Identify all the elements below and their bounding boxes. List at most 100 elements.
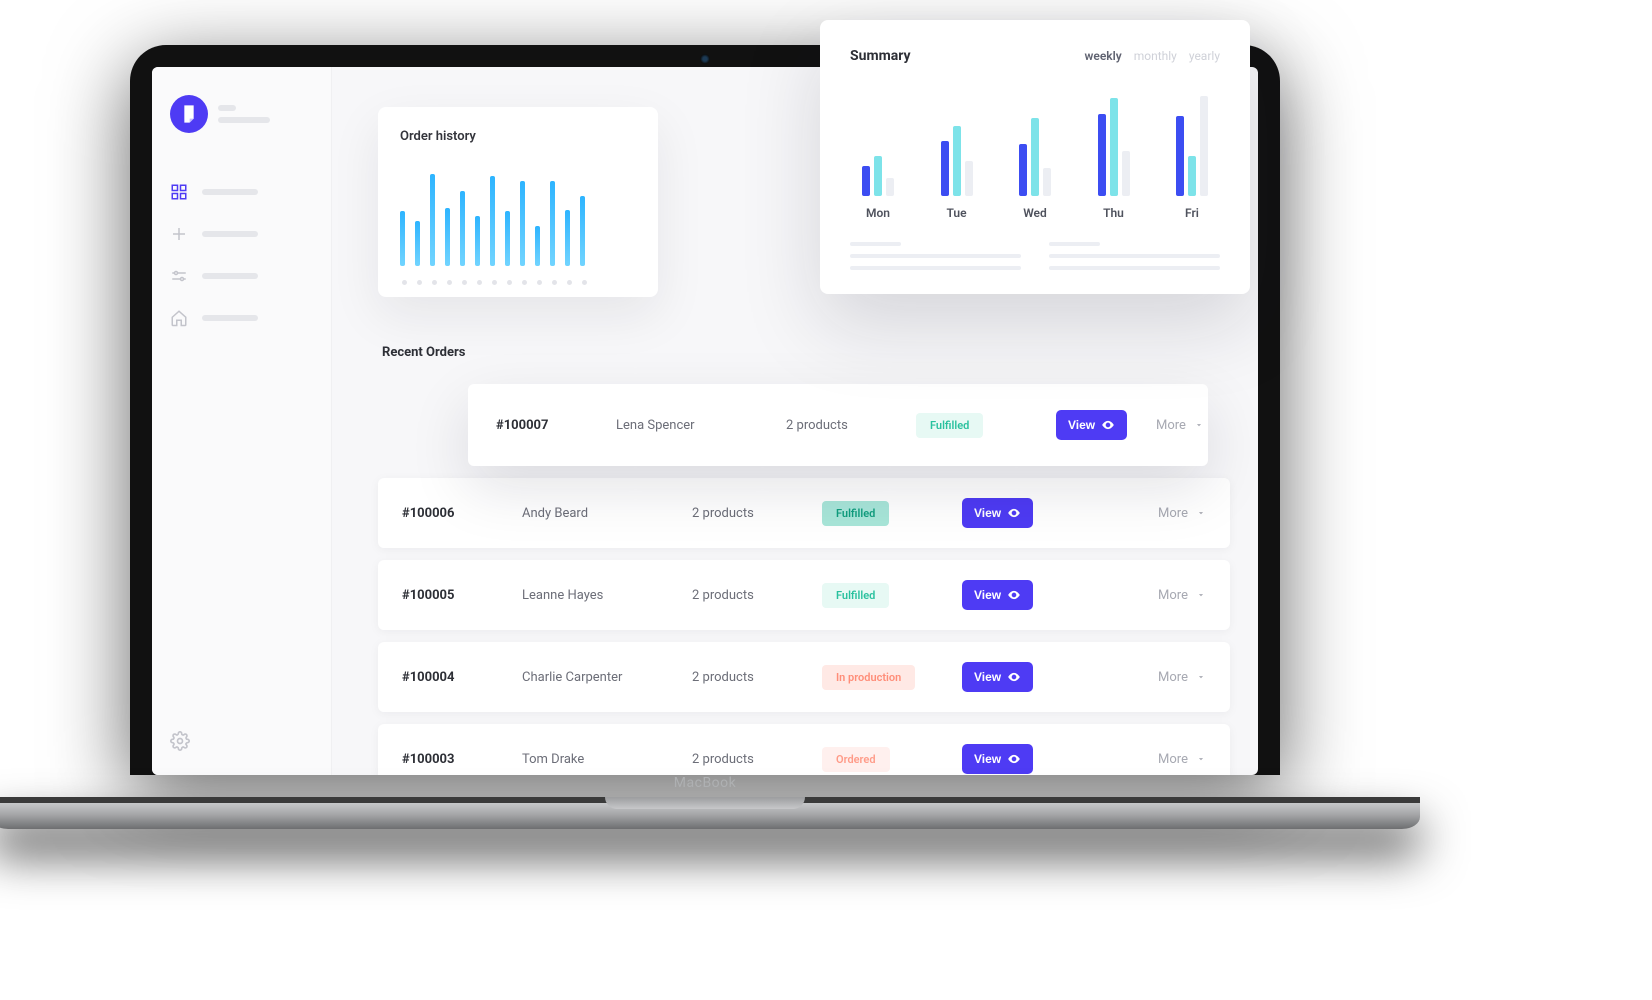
sidebar-item-add[interactable] xyxy=(170,225,313,243)
order-id: #100005 xyxy=(402,588,512,603)
order-row: #100006 Andy Beard 2 products Fulfilled View… xyxy=(378,478,1230,548)
status-badge: Fulfilled xyxy=(822,501,889,526)
home-icon xyxy=(170,309,188,327)
order-history-card: Order history xyxy=(378,107,658,297)
summary-bar xyxy=(1031,118,1039,196)
summary-placeholder-lines xyxy=(850,242,1220,270)
order-history-bar xyxy=(445,208,450,266)
order-history-dots xyxy=(400,280,636,285)
order-history-bar xyxy=(430,174,435,266)
status-badge: Ordered xyxy=(822,747,890,772)
order-customer: Leanne Hayes xyxy=(522,588,682,603)
order-history-title: Order history xyxy=(400,129,636,144)
order-history-bar xyxy=(520,181,525,266)
order-history-bar xyxy=(475,216,480,266)
settings-button[interactable] xyxy=(170,731,190,751)
period-tab-weekly[interactable]: weekly xyxy=(1085,49,1122,63)
orders-list: #100007 Lena Spencer 2 products Fulfilled Vi… xyxy=(378,384,1230,775)
order-id: #100007 xyxy=(496,418,606,433)
status-badge: Fulfilled xyxy=(916,413,983,438)
summary-bar xyxy=(1110,98,1118,196)
summary-bar xyxy=(953,126,961,196)
sidebar-item-home[interactable] xyxy=(170,309,313,327)
summary-day-label: Thu xyxy=(1103,206,1124,220)
order-customer: Andy Beard xyxy=(522,506,682,521)
order-row: #100003 Tom Drake 2 products Ordered View Mo… xyxy=(378,724,1230,775)
more-button[interactable]: More xyxy=(1158,506,1206,521)
summary-bar xyxy=(1019,144,1027,196)
status-badge: In production xyxy=(822,665,915,690)
summary-chart: Mon Tue Wed Thu Fri xyxy=(850,90,1220,220)
sidebar-item-filters[interactable] xyxy=(170,267,313,285)
summary-bar xyxy=(874,156,882,196)
order-customer: Lena Spencer xyxy=(616,418,776,433)
order-products: 2 products xyxy=(692,670,812,685)
summary-day-col: Tue xyxy=(929,86,985,220)
nav xyxy=(170,183,313,327)
period-tabs: weekly monthly yearly xyxy=(1085,49,1220,63)
recent-orders-heading: Recent Orders xyxy=(382,345,1230,360)
order-products: 2 products xyxy=(692,588,812,603)
order-history-bar xyxy=(505,211,510,266)
view-button[interactable]: View xyxy=(962,744,1033,774)
order-history-bar xyxy=(565,210,570,266)
plus-icon xyxy=(170,225,188,243)
brand xyxy=(170,95,313,133)
view-button[interactable]: View xyxy=(1056,410,1127,440)
summary-day-label: Wed xyxy=(1023,206,1047,220)
more-button[interactable]: More xyxy=(1156,418,1204,433)
more-button[interactable]: More xyxy=(1158,670,1206,685)
summary-day-label: Fri xyxy=(1185,206,1199,220)
order-history-bar xyxy=(535,226,540,266)
summary-card: Summary weekly monthly yearly Mon Tue Wed Thu… xyxy=(820,20,1250,294)
order-products: 2 products xyxy=(786,418,906,433)
view-button[interactable]: View xyxy=(962,498,1033,528)
summary-bar xyxy=(886,178,894,196)
order-row: #100004 Charlie Carpenter 2 products In pro… xyxy=(378,642,1230,712)
summary-title: Summary xyxy=(850,48,911,64)
summary-bar xyxy=(1043,168,1051,196)
sidebar-item-dashboard[interactable] xyxy=(170,183,313,201)
order-products: 2 products xyxy=(692,752,812,767)
summary-day-col: Wed xyxy=(1007,86,1063,220)
summary-day-col: Fri xyxy=(1164,86,1220,220)
summary-bar xyxy=(1176,116,1184,196)
view-button[interactable]: View xyxy=(962,580,1033,610)
order-products: 2 products xyxy=(692,506,812,521)
summary-bar xyxy=(1188,156,1196,196)
summary-bar xyxy=(1200,96,1208,196)
order-history-bar xyxy=(580,196,585,266)
summary-bar xyxy=(941,141,949,196)
order-id: #100006 xyxy=(402,506,512,521)
summary-bar xyxy=(1098,114,1106,196)
status-badge: Fulfilled xyxy=(822,583,889,608)
order-id: #100004 xyxy=(402,670,512,685)
order-history-bar xyxy=(415,221,420,266)
camera-dot xyxy=(700,54,710,64)
sliders-icon xyxy=(170,267,188,285)
period-tab-yearly[interactable]: yearly xyxy=(1189,49,1220,63)
period-tab-monthly[interactable]: monthly xyxy=(1134,49,1177,63)
order-customer: Tom Drake xyxy=(522,752,682,767)
dashboard-icon xyxy=(170,183,188,201)
order-history-bar xyxy=(550,181,555,266)
summary-day-col: Mon xyxy=(850,86,906,220)
more-button[interactable]: More xyxy=(1158,588,1206,603)
summary-bar xyxy=(1122,151,1130,196)
order-row: #100007 Lena Spencer 2 products Fulfilled Vi… xyxy=(468,384,1208,466)
order-id: #100003 xyxy=(402,752,512,767)
laptop-label: MacBook xyxy=(674,775,736,791)
summary-day-label: Mon xyxy=(866,206,890,220)
order-history-bars xyxy=(400,166,636,266)
more-button[interactable]: More xyxy=(1158,752,1206,767)
summary-bar xyxy=(862,166,870,196)
order-history-bar xyxy=(400,211,405,266)
logo-icon xyxy=(170,95,208,133)
laptop-base: MacBook xyxy=(0,797,1420,829)
sidebar xyxy=(152,67,332,775)
summary-day-label: Tue xyxy=(946,206,966,220)
order-customer: Charlie Carpenter xyxy=(522,670,682,685)
order-history-bar xyxy=(460,191,465,266)
view-button[interactable]: View xyxy=(962,662,1033,692)
order-row: #100005 Leanne Hayes 2 products Fulfilled Vi… xyxy=(378,560,1230,630)
